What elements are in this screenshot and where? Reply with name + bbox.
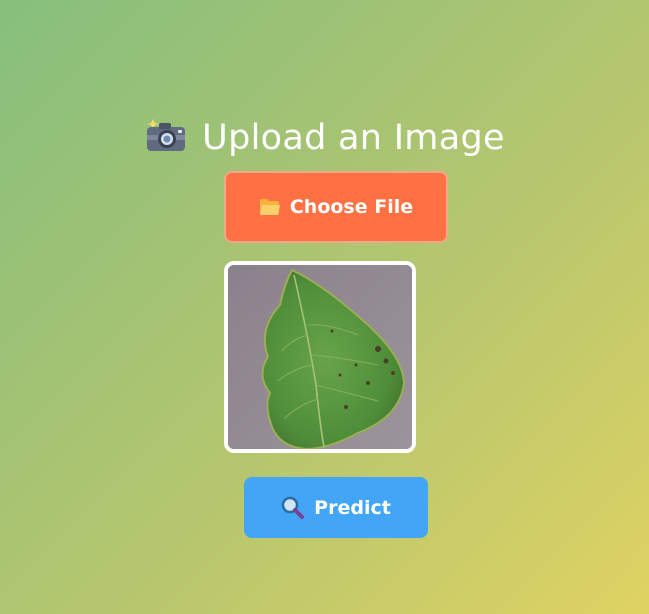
upload-page: Upload an Image Choose File Predict (0, 0, 649, 614)
predict-label: Predict (314, 496, 391, 519)
magnifier-icon (281, 496, 305, 519)
leaf-image (228, 265, 412, 449)
image-preview (224, 261, 416, 453)
choose-file-button[interactable]: Choose File (224, 171, 448, 243)
upload-title: Upload an Image (202, 118, 505, 158)
camera-icon (147, 119, 186, 151)
choose-file-label: Choose File (289, 196, 414, 218)
upload-heading: Upload an Image (0, 114, 649, 162)
folder-icon (259, 199, 280, 215)
predict-button[interactable]: Predict (244, 477, 428, 538)
